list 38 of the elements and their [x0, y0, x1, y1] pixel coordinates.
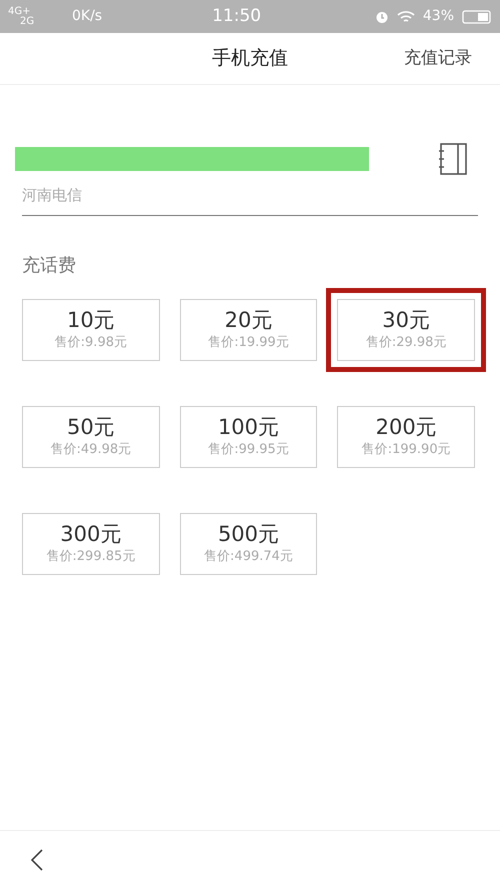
amount-label: 100元	[218, 414, 280, 440]
price-label: 售价:499.74元	[204, 548, 293, 566]
recharge-option[interactable]: 100元 售价:99.95元	[180, 406, 318, 468]
recharge-option[interactable]: 20元 售价:19.99元	[180, 299, 318, 361]
recharge-option[interactable]: 200元 售价:199.90元	[337, 406, 475, 468]
price-label: 售价:49.98元	[50, 441, 132, 460]
speed-label: 0K/s	[72, 7, 102, 26]
page-title: 手机充值	[212, 46, 288, 72]
back-icon[interactable]	[30, 848, 44, 872]
price-label: 售价:9.98元	[54, 334, 127, 352]
contacts-icon[interactable]	[438, 143, 468, 175]
recharge-option[interactable]: 30元 售价:29.98元	[337, 299, 475, 361]
price-label: 售价:199.90元	[362, 441, 451, 460]
network-label: 2G	[19, 16, 36, 26]
amount-label: 30元	[382, 307, 430, 334]
amount-label: 10元	[66, 307, 115, 334]
amount-label: 200元	[376, 414, 437, 440]
recharge-option[interactable]: 500元 售价:499.74元	[180, 513, 318, 575]
time-label: 11:50	[212, 4, 262, 28]
section-title: 充话费	[22, 254, 77, 278]
amount-label: 300元	[60, 521, 122, 548]
wifi-icon	[396, 10, 415, 24]
network-label: 4G+	[8, 6, 32, 16]
price-label: 售价:99.95元	[208, 441, 289, 460]
amount-label: 50元	[66, 414, 115, 440]
recharge-option[interactable]: 300元 售价:299.85元	[22, 513, 160, 575]
battery-icon	[462, 10, 492, 24]
carrier-label: 河南电信	[22, 186, 82, 204]
price-label: 售价:299.85元	[46, 548, 136, 566]
recharge-history-link[interactable]: 充值记录	[404, 46, 472, 72]
recharge-option[interactable]: 50元 售价:49.98元	[22, 406, 160, 468]
amount-label: 20元	[224, 307, 272, 334]
alarm-icon	[374, 10, 389, 24]
battery-label: 43%	[422, 7, 454, 26]
price-label: 售价:19.99元	[208, 334, 289, 352]
price-label: 售价:29.98元	[366, 334, 446, 352]
recharge-option[interactable]: 10元 售价:9.98元	[22, 299, 160, 361]
amount-label: 500元	[218, 521, 280, 548]
